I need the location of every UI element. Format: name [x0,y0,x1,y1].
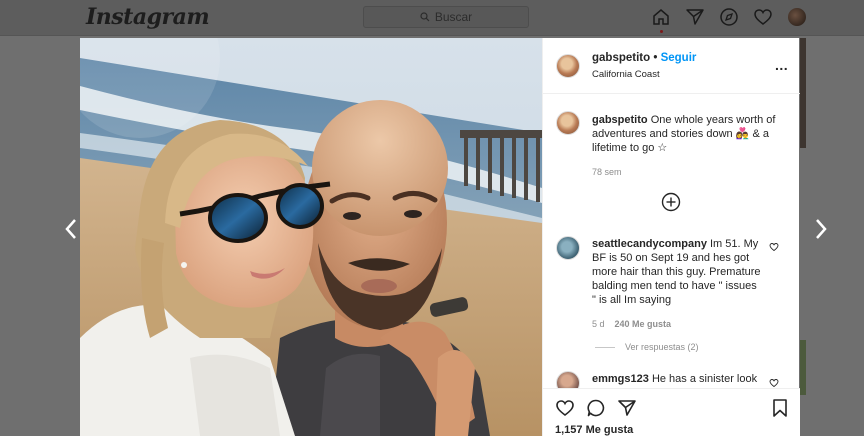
search-placeholder: Buscar [434,10,473,24]
next-post-arrow[interactable] [814,218,828,240]
comment-icon[interactable] [586,398,606,418]
follow-button[interactable]: Seguir [661,52,697,64]
profile-button[interactable] [786,6,808,28]
direct-messages-button[interactable] [684,6,706,28]
post-photo[interactable] [80,38,542,436]
explore-button[interactable] [718,6,740,28]
search-icon [420,12,430,22]
top-navigation: Instagram Buscar [0,0,864,36]
comment-item: seattlecandycompany Im 51. My BF is 50 o… [592,237,762,331]
like-comment-heart-icon[interactable] [769,378,779,388]
comment-age: 5 d [592,319,605,329]
post-caption: gabspetito One whole years worth of adve… [592,113,782,179]
post-modal: gabspetito • Seguir California Coast ...… [80,38,800,436]
caption-username[interactable]: gabspetito [592,114,648,126]
comment-item: emmgs123 He has a sinister look [592,372,762,386]
home-icon [653,9,669,25]
replies-divider [595,346,615,348]
bookmark-icon[interactable] [770,398,790,418]
comment-username[interactable]: seattlecandycompany [592,238,707,250]
profile-avatar [788,8,806,26]
comment-username[interactable]: emmgs123 [592,373,649,385]
commenter-avatar[interactable] [556,236,580,260]
post-location[interactable]: California Coast [592,69,660,80]
view-replies-button[interactable]: Ver respuestas (2) [595,342,699,352]
paper-plane-icon [686,9,704,25]
post-header: gabspetito • Seguir California Coast ... [543,38,800,94]
comment-text: He has a sinister look [651,373,758,385]
search-input[interactable]: Buscar [363,6,529,28]
heart-icon[interactable] [555,398,575,418]
heart-icon [754,9,772,25]
instagram-logo[interactable]: Instagram [86,4,210,30]
more-options-button[interactable]: ... [775,57,788,73]
post-author-username[interactable]: gabspetito [592,52,650,64]
home-button[interactable] [650,6,672,28]
caption-author-avatar[interactable] [556,111,580,135]
previous-post-arrow[interactable] [64,218,78,240]
post-actions-bar: 1,157 Me gusta [543,388,800,436]
comment-likes[interactable]: 240 Me gusta [615,317,672,331]
post-likes-count[interactable]: 1,157 Me gusta [555,424,633,436]
post-author-line: gabspetito • Seguir [592,52,696,64]
background-thumbnail [800,38,806,148]
author-avatar[interactable] [556,54,580,78]
comment-meta: 5 d 240 Me gusta [592,317,762,331]
separator-dot: • [653,52,658,64]
like-comment-heart-icon[interactable] [769,242,779,252]
background-thumbnail [800,340,806,395]
caption-age: 78 sem [592,167,622,177]
post-photo-illustration [80,38,542,436]
activity-button[interactable] [752,6,774,28]
plus-circle-icon[interactable] [661,192,681,212]
view-replies-label: Ver respuestas (2) [625,342,699,352]
paper-plane-icon[interactable] [617,398,637,418]
active-indicator [660,30,663,33]
compass-icon [720,8,738,26]
post-sidebar: gabspetito • Seguir California Coast ...… [542,38,800,436]
